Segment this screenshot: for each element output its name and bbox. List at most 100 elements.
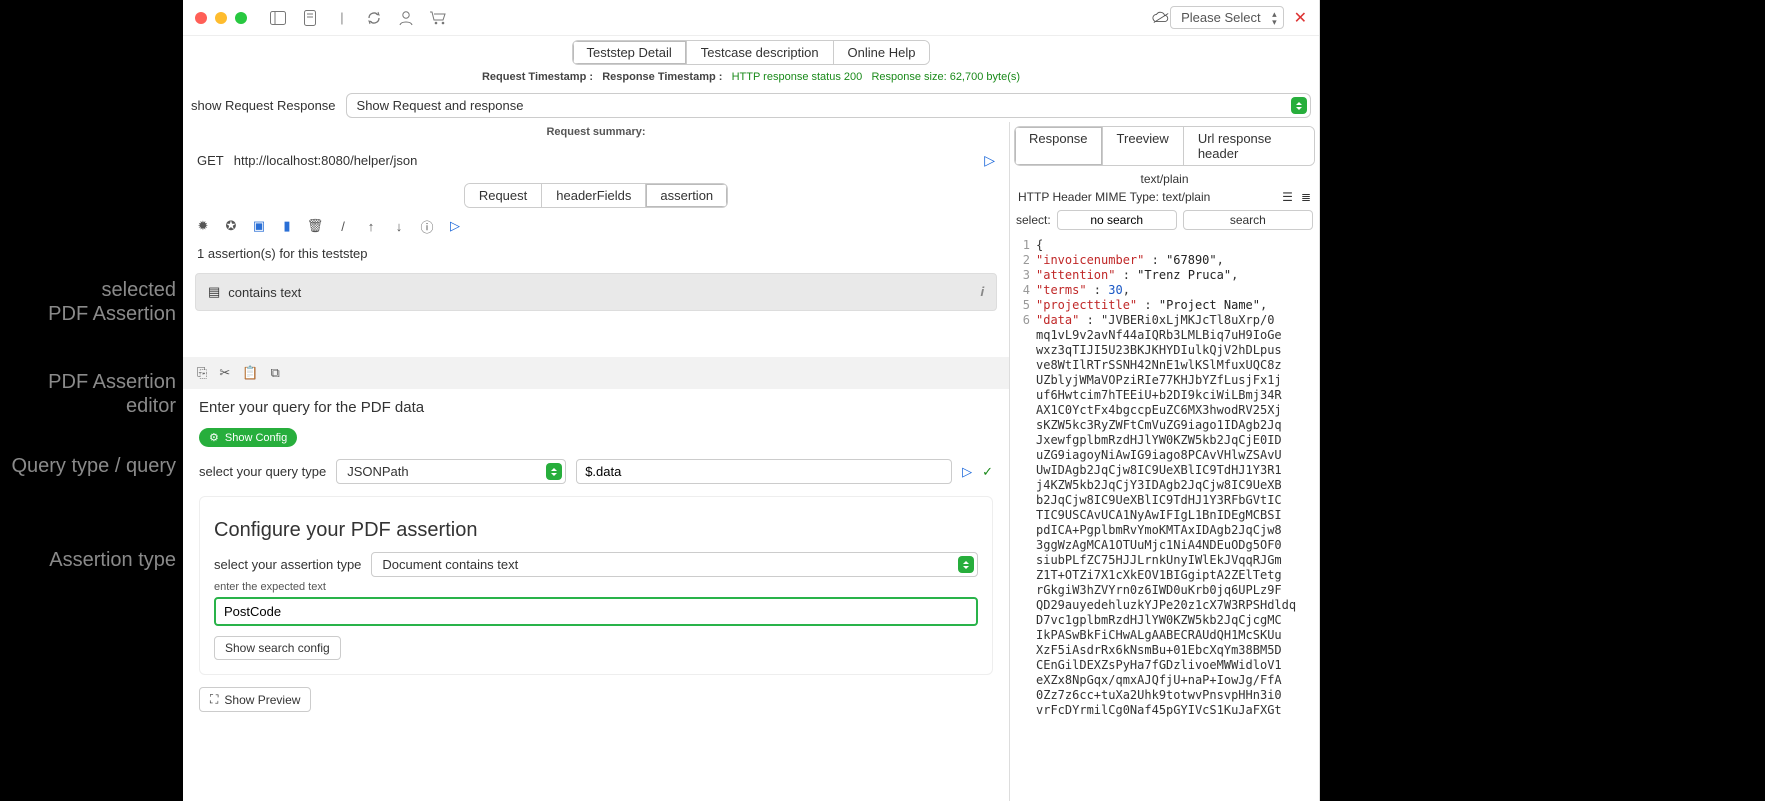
subtab-request[interactable]: Request xyxy=(465,184,542,207)
request-subtabs: Request headerFields assertion xyxy=(464,183,728,208)
document-icon: ▤ xyxy=(208,284,220,300)
http-status: HTTP response status 200 xyxy=(732,71,863,83)
notebook-icon[interactable] xyxy=(301,9,319,27)
query-ok-icon: ✓ xyxy=(982,464,993,480)
settings-icon[interactable]: ☰ xyxy=(1282,190,1293,204)
sidebar-toggle-icon[interactable] xyxy=(269,9,287,27)
paste-icon[interactable]: 📋 xyxy=(242,365,258,381)
editor-toolbar: ⎘ ✂ 📋 ⧉ xyxy=(183,357,1009,389)
show-request-response-value: Show Request and response xyxy=(357,98,524,113)
search-input[interactable] xyxy=(1057,210,1177,230)
duplicate-icon[interactable]: ⧉ xyxy=(271,365,280,381)
annotation-querytype: Query type / query xyxy=(0,454,176,478)
tab-online-help[interactable]: Online Help xyxy=(834,41,930,64)
chevrons-updown-icon xyxy=(958,556,974,573)
request-url-row: GET http://localhost:8080/helper/json ▷ xyxy=(183,142,1009,179)
show-preview-label: Show Preview xyxy=(224,693,300,707)
show-config-label: Show Config xyxy=(225,432,287,444)
chevrons-updown-icon xyxy=(1291,97,1307,114)
top-select-value: Please Select xyxy=(1181,10,1261,25)
assertion-item[interactable]: ▤ contains text 𝒊 xyxy=(195,273,997,311)
run-request-button[interactable]: ▷ xyxy=(984,152,995,169)
chevrons-updown-icon xyxy=(546,463,562,480)
info-icon[interactable]: ⓘ xyxy=(419,218,435,234)
show-preview-button[interactable]: ⛶ Show Preview xyxy=(199,687,311,712)
cut-icon[interactable]: ✂ xyxy=(219,365,230,381)
tab-treeview[interactable]: Treeview xyxy=(1103,127,1184,165)
trash-icon[interactable]: 🗑 xyxy=(307,218,323,234)
image-icon[interactable]: ▣ xyxy=(251,218,267,234)
query-type-label: select your query type xyxy=(199,464,326,479)
query-type-value: JSONPath xyxy=(347,464,408,479)
tab-teststep-detail[interactable]: Teststep Detail xyxy=(573,41,687,64)
arrow-down-icon[interactable]: ↓ xyxy=(391,218,407,234)
request-summary-label: Request summary: xyxy=(183,122,1009,142)
sync-icon[interactable] xyxy=(365,9,383,27)
show-request-response-label: show Request Response xyxy=(191,98,336,113)
annotation-querytarget: Query target JSON data xyxy=(1338,235,1553,258)
chevrons-updown-icon: ▴▾ xyxy=(1272,10,1277,26)
expected-text-label: enter the expected text xyxy=(214,581,978,593)
assertion-count: 1 assertion(s) for this teststep xyxy=(183,240,1009,267)
cart-icon[interactable] xyxy=(429,9,447,27)
req-ts-label: Request Timestamp : xyxy=(482,71,593,83)
user-icon[interactable] xyxy=(397,9,415,27)
close-icon[interactable]: ✕ xyxy=(1294,8,1307,28)
window-zoom[interactable] xyxy=(235,12,247,24)
response-search-row: select: search xyxy=(1010,206,1319,234)
badge-outline-icon[interactable]: ✪ xyxy=(223,218,239,234)
request-url: http://localhost:8080/helper/json xyxy=(234,153,418,168)
divider: | xyxy=(333,9,351,27)
show-config-button[interactable]: ⚙ Show Config xyxy=(199,428,297,447)
assertion-toolbar: ✹ ✪ ▣ ▮ 🗑 / ↑ ↓ ⓘ ▷ xyxy=(183,212,1009,240)
gear-icon: ⚙ xyxy=(209,431,219,444)
annotation-selected: selected PDF Assertion xyxy=(0,278,176,326)
play-icon[interactable]: ▷ xyxy=(447,218,463,234)
select-label: select: xyxy=(1016,213,1051,227)
app-window: | Please Select ▴▾ ✕ Teststep Detail Tes… xyxy=(183,0,1320,801)
copy-icon[interactable]: ⎘ xyxy=(197,365,207,381)
subtab-headerfields[interactable]: headerFields xyxy=(542,184,646,207)
tab-response[interactable]: Response xyxy=(1015,127,1103,165)
assert-type-label: select your assertion type xyxy=(214,557,361,572)
query-type-select[interactable]: JSONPath xyxy=(336,459,566,484)
query-heading: Enter your query for the PDF data xyxy=(199,399,993,416)
show-request-response-select[interactable]: Show Request and response xyxy=(346,93,1311,118)
assert-type-select[interactable]: Document contains text xyxy=(371,552,978,577)
show-request-response-row: show Request Response Show Request and r… xyxy=(183,89,1319,122)
mime-type-center: text/plain xyxy=(1010,170,1319,188)
query-input[interactable] xyxy=(576,459,952,484)
resp-ts-label: Response Timestamp : xyxy=(602,71,722,83)
response-body[interactable]: 1{2"invoicenumber" : "67890",3"attention… xyxy=(1010,234,1319,801)
titlebar: | Please Select ▴▾ ✕ xyxy=(183,0,1319,36)
response-tabs: Response Treeview Url response header xyxy=(1014,126,1315,166)
assert-type-value: Document contains text xyxy=(382,557,518,572)
info-small-icon: 𝒊 xyxy=(980,284,984,300)
window-minimize[interactable] xyxy=(215,12,227,24)
configure-heading: Configure your PDF assertion xyxy=(214,519,978,542)
timestamps-row: Request Timestamp : Response Timestamp :… xyxy=(183,69,1319,89)
assertion-item-label: contains text xyxy=(228,285,301,300)
top-tabs: Teststep Detail Testcase description Onl… xyxy=(183,36,1319,69)
mobile-icon[interactable]: ▮ xyxy=(279,218,295,234)
expected-text-input[interactable] xyxy=(214,597,978,626)
pdf-assertion-editor: Enter your query for the PDF data ⚙ Show… xyxy=(183,389,1009,722)
subtab-assertion[interactable]: assertion xyxy=(646,184,727,207)
cloud-off-icon[interactable] xyxy=(1152,9,1170,27)
list-icon[interactable]: ≣ xyxy=(1301,190,1311,204)
search-button[interactable]: search xyxy=(1183,210,1313,230)
http-method: GET xyxy=(197,153,224,168)
tab-url-response-header[interactable]: Url response header xyxy=(1184,127,1314,165)
run-query-button[interactable]: ▷ xyxy=(962,464,972,480)
window-close[interactable] xyxy=(195,12,207,24)
top-select[interactable]: Please Select ▴▾ xyxy=(1170,6,1284,29)
expand-icon: ⛶ xyxy=(210,692,218,707)
annotation-asserttype: Assertion type xyxy=(0,548,176,572)
show-search-config-button[interactable]: Show search config xyxy=(214,636,341,660)
annotation-editor: PDF Assertion editor xyxy=(0,370,176,418)
tab-testcase-description[interactable]: Testcase description xyxy=(687,41,834,64)
divider: / xyxy=(335,218,351,234)
arrow-up-icon[interactable]: ↑ xyxy=(363,218,379,234)
response-size: Response size: 62,700 byte(s) xyxy=(871,71,1020,83)
badge-filled-icon[interactable]: ✹ xyxy=(195,218,211,234)
